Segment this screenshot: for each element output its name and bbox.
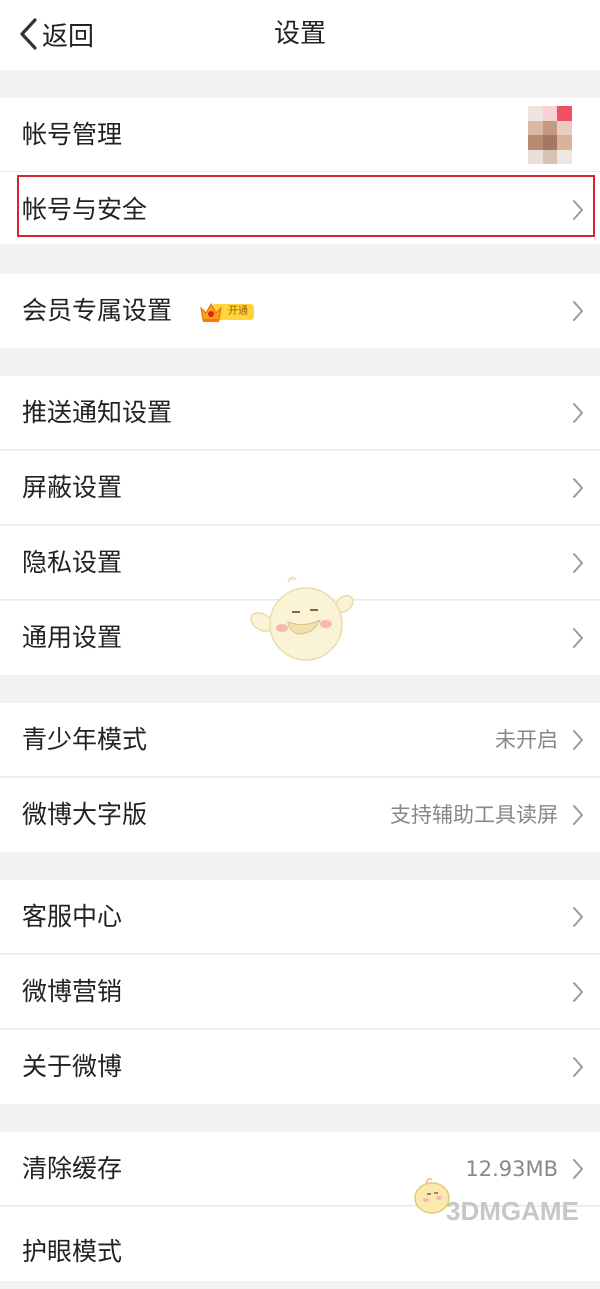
settings-row-large-font[interactable]: 微博大字版 支持辅助工具读屏 [0, 778, 600, 852]
row-label: 通用设置 [22, 623, 123, 652]
row-label: 微博营销 [22, 977, 123, 1006]
chevron-right-icon [572, 981, 584, 1003]
settings-row-about-weibo[interactable]: 关于微博 [0, 1030, 600, 1104]
chevron-left-icon [18, 17, 40, 51]
row-label: 会员专属设置 [22, 296, 173, 325]
avatar [528, 106, 572, 164]
chevron-right-icon [572, 552, 584, 574]
settings-row-teen-mode[interactable]: 青少年模式 未开启 [0, 703, 600, 777]
row-label: 青少年模式 [22, 725, 148, 754]
chevron-right-icon [572, 729, 584, 751]
settings-row-account-management[interactable]: 帐号管理 [0, 98, 600, 172]
row-divider [0, 1028, 600, 1029]
chevron-right-icon [572, 199, 584, 221]
vip-open-badge[interactable]: 开通 [198, 299, 256, 325]
row-label: 帐号管理 [22, 120, 123, 149]
crown-icon [198, 299, 224, 325]
chevron-right-icon [572, 300, 584, 322]
chevron-right-icon [572, 627, 584, 649]
chevron-right-icon [572, 402, 584, 424]
settings-row-customer-service[interactable]: 客服中心 [0, 880, 600, 954]
row-label: 微博大字版 [22, 800, 148, 829]
chevron-right-icon [572, 804, 584, 826]
row-divider [0, 449, 600, 450]
chevron-right-icon [572, 906, 584, 928]
chevron-right-icon [572, 1056, 584, 1078]
row-label: 屏蔽设置 [22, 473, 123, 502]
row-divider [0, 524, 600, 525]
back-button[interactable]: 返回 [18, 14, 94, 54]
settings-row-weibo-marketing[interactable]: 微博营销 [0, 955, 600, 1029]
row-label: 护眼模式 [22, 1237, 123, 1266]
row-value: 未开启 [495, 728, 558, 752]
mascot-illustration [250, 576, 354, 661]
row-label: 隐私设置 [22, 548, 123, 577]
chevron-right-icon [572, 477, 584, 499]
watermark-text: 3DMGAME [446, 1196, 579, 1226]
row-label: 清除缓存 [22, 1154, 123, 1183]
settings-row-push-notifications[interactable]: 推送通知设置 [0, 376, 600, 450]
row-label: 关于微博 [22, 1052, 123, 1081]
row-label: 客服中心 [22, 902, 123, 931]
nav-bar: 返回 设置 [0, 0, 600, 70]
site-watermark: 3DMGAME [404, 1160, 600, 1240]
row-label: 推送通知设置 [22, 398, 173, 427]
settings-row-block-settings[interactable]: 屏蔽设置 [0, 451, 600, 525]
settings-row-account-security[interactable]: 帐号与安全 [0, 172, 600, 244]
row-value: 支持辅助工具读屏 [390, 803, 558, 827]
row-divider [0, 776, 600, 777]
row-label: 帐号与安全 [22, 195, 148, 224]
back-label: 返回 [42, 21, 95, 52]
row-divider [0, 953, 600, 954]
settings-row-vip-settings[interactable]: 会员专属设置 [0, 274, 600, 348]
